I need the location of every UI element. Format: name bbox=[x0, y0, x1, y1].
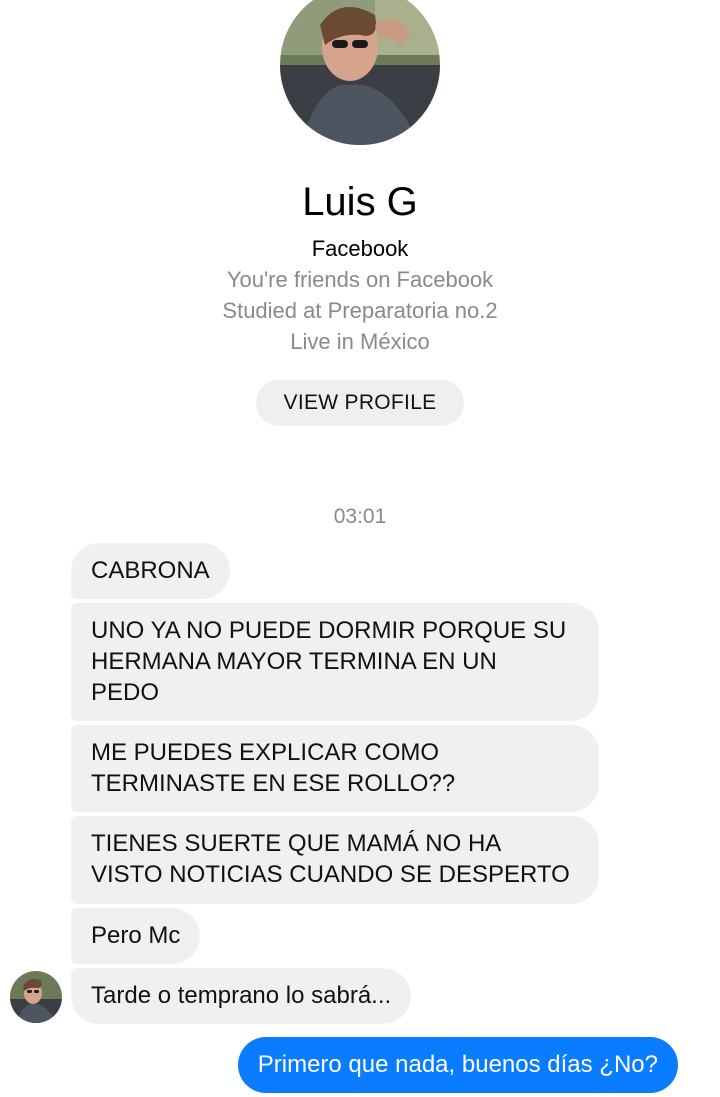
incoming-message[interactable]: UNO YA NO PUEDE DORMIR PORQUE SU HERMANA… bbox=[71, 603, 599, 721]
sender-avatar[interactable] bbox=[10, 971, 62, 1023]
incoming-message[interactable]: Tarde o temprano lo sabrá... bbox=[71, 968, 412, 1024]
education-info: Studied at Preparatoria no.2 bbox=[222, 298, 498, 323]
incoming-message[interactable]: TIENES SUERTE QUE MAMÁ NO HA VISTO NOTIC… bbox=[71, 816, 599, 904]
contact-name: Luis G bbox=[302, 180, 418, 224]
friendship-status: You're friends on Facebook bbox=[226, 267, 494, 292]
incoming-message[interactable]: CABRONA bbox=[71, 543, 230, 599]
message-timestamp: 03:01 bbox=[333, 505, 387, 528]
sender-photo bbox=[10, 971, 62, 1023]
outgoing-message[interactable]: Primero que nada, buenos días ¿No? bbox=[237, 1037, 678, 1093]
incoming-message[interactable]: ME PUEDES EXPLICAR COMO TERMINASTE EN ES… bbox=[71, 725, 599, 812]
location-info: Live in México bbox=[290, 329, 430, 354]
incoming-message[interactable]: Pero Mc bbox=[71, 908, 201, 964]
profile-photo bbox=[280, 0, 440, 145]
view-profile-button[interactable]: VIEW PROFILE bbox=[256, 380, 464, 426]
profile-source: Facebook bbox=[311, 236, 409, 261]
profile-avatar[interactable] bbox=[280, 0, 440, 145]
